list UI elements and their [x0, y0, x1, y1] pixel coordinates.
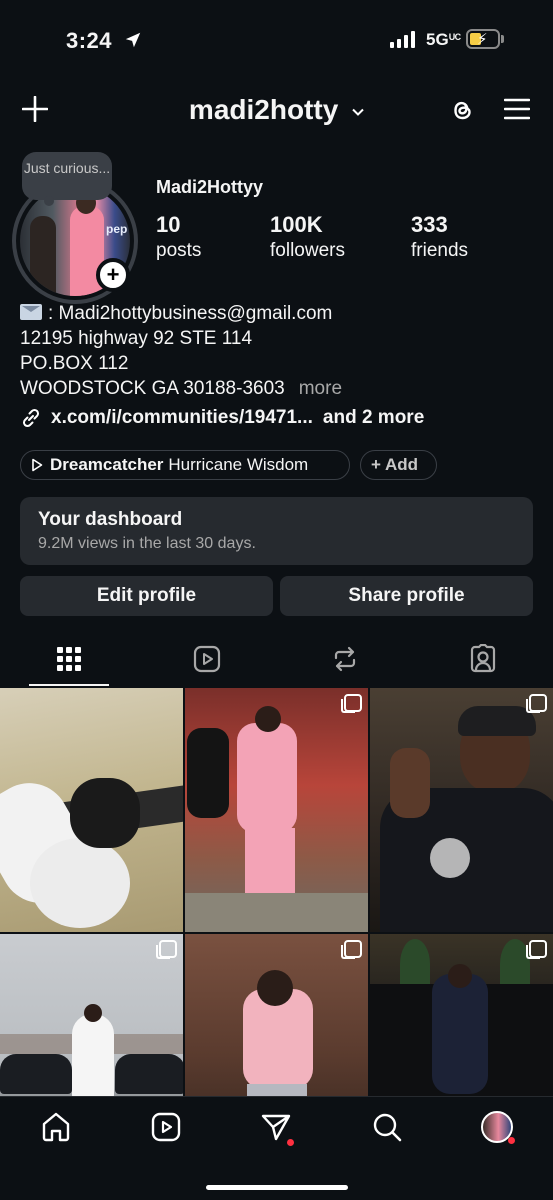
stat-friends-value: 333	[411, 212, 448, 237]
status-bar: 3:24 5GUC ⚡	[0, 0, 553, 80]
bio-email-line: : Madi2hottybusiness@gmail.com	[20, 301, 342, 326]
link-icon	[22, 408, 40, 428]
network-type: 5GUC	[426, 30, 461, 49]
stat-followers-value: 100K	[270, 212, 323, 237]
bio-line-4: WOODSTOCK GA 30188-3603 more	[20, 378, 343, 399]
stat-followers-label: followers	[270, 240, 345, 261]
profile-bio: : Madi2hottybusiness@gmail.com 12195 hig…	[20, 301, 342, 401]
posts-grid	[0, 688, 553, 1096]
grid-tab-icon[interactable]	[54, 644, 84, 674]
grid-post[interactable]	[370, 688, 553, 932]
chevron-down-icon	[352, 108, 364, 116]
home-icon[interactable]	[40, 1111, 72, 1143]
reposts-tab-icon[interactable]	[330, 644, 360, 674]
active-tab-indicator	[29, 684, 109, 686]
music-song: Dreamcatcher	[50, 455, 164, 474]
battery-icon: ⚡	[466, 29, 500, 49]
profile-notification-dot	[508, 1137, 515, 1144]
grid-post[interactable]	[0, 934, 183, 1096]
profile-links[interactable]: x.com/i/communities/19471... and 2 more	[20, 407, 424, 429]
note-bubble[interactable]: Just curious...	[22, 152, 112, 206]
grid-post[interactable]	[370, 934, 553, 1096]
content-tabs	[0, 636, 553, 686]
dashboard-subtitle: 9.2M views in the last 30 days.	[38, 535, 256, 552]
stat-friends[interactable]: 333 friends	[411, 212, 468, 262]
reels-nav-icon[interactable]	[150, 1111, 182, 1143]
messages-notification-dot	[287, 1139, 294, 1146]
add-chip[interactable]: + Add	[360, 450, 437, 480]
profile-header: madi2hotty	[0, 88, 553, 132]
carousel-icon	[341, 940, 362, 959]
home-indicator	[206, 1185, 348, 1190]
link-text[interactable]: x.com/i/communities/19471...	[51, 407, 313, 429]
dashboard-card[interactable]: Your dashboard 9.2M views in the last 30…	[20, 497, 533, 565]
edit-profile-button[interactable]: Edit profile	[20, 576, 273, 616]
messages-icon[interactable]	[260, 1111, 292, 1143]
share-profile-button[interactable]: Share profile	[280, 576, 533, 616]
tagged-tab-icon[interactable]	[468, 644, 498, 674]
grid-post[interactable]	[185, 688, 368, 932]
carousel-icon	[156, 940, 177, 959]
add-story-icon[interactable]: +	[96, 258, 130, 292]
bio-line-2: 12195 highway 92 STE 114	[20, 328, 253, 349]
stat-friends-label: friends	[411, 240, 469, 261]
bio-line-3: PO.BOX 112	[20, 353, 129, 374]
email-icon	[20, 304, 42, 320]
stat-posts-label: posts	[156, 240, 202, 261]
grid-post[interactable]	[185, 934, 368, 1096]
threads-icon[interactable]	[448, 96, 476, 124]
reels-tab-icon[interactable]	[192, 644, 222, 674]
music-chip[interactable]: Dreamcatcher Hurricane Wisdom	[20, 450, 350, 480]
search-icon[interactable]	[371, 1111, 403, 1143]
stat-posts-value: 10	[156, 212, 181, 237]
play-icon	[32, 458, 43, 472]
location-arrow-icon	[125, 32, 141, 48]
carousel-icon	[341, 694, 362, 713]
stat-followers[interactable]: 100K followers	[270, 212, 345, 262]
grid-post[interactable]	[0, 688, 183, 932]
display-name: Madi2Hottyy	[156, 177, 264, 197]
menu-icon[interactable]	[504, 97, 530, 121]
status-time: 3:24	[66, 28, 113, 53]
carousel-icon	[526, 940, 547, 959]
stat-posts[interactable]: 10 posts	[156, 212, 201, 262]
signal-icon	[390, 31, 415, 48]
dashboard-title: Your dashboard	[38, 509, 183, 530]
carousel-icon	[526, 694, 547, 713]
battery-tip	[501, 35, 504, 43]
music-artist: Hurricane Wisdom	[168, 455, 309, 474]
username-title: madi2hotty	[188, 94, 339, 125]
bio-more-link[interactable]: more	[299, 378, 342, 399]
link-extra[interactable]: and 2 more	[323, 407, 424, 429]
